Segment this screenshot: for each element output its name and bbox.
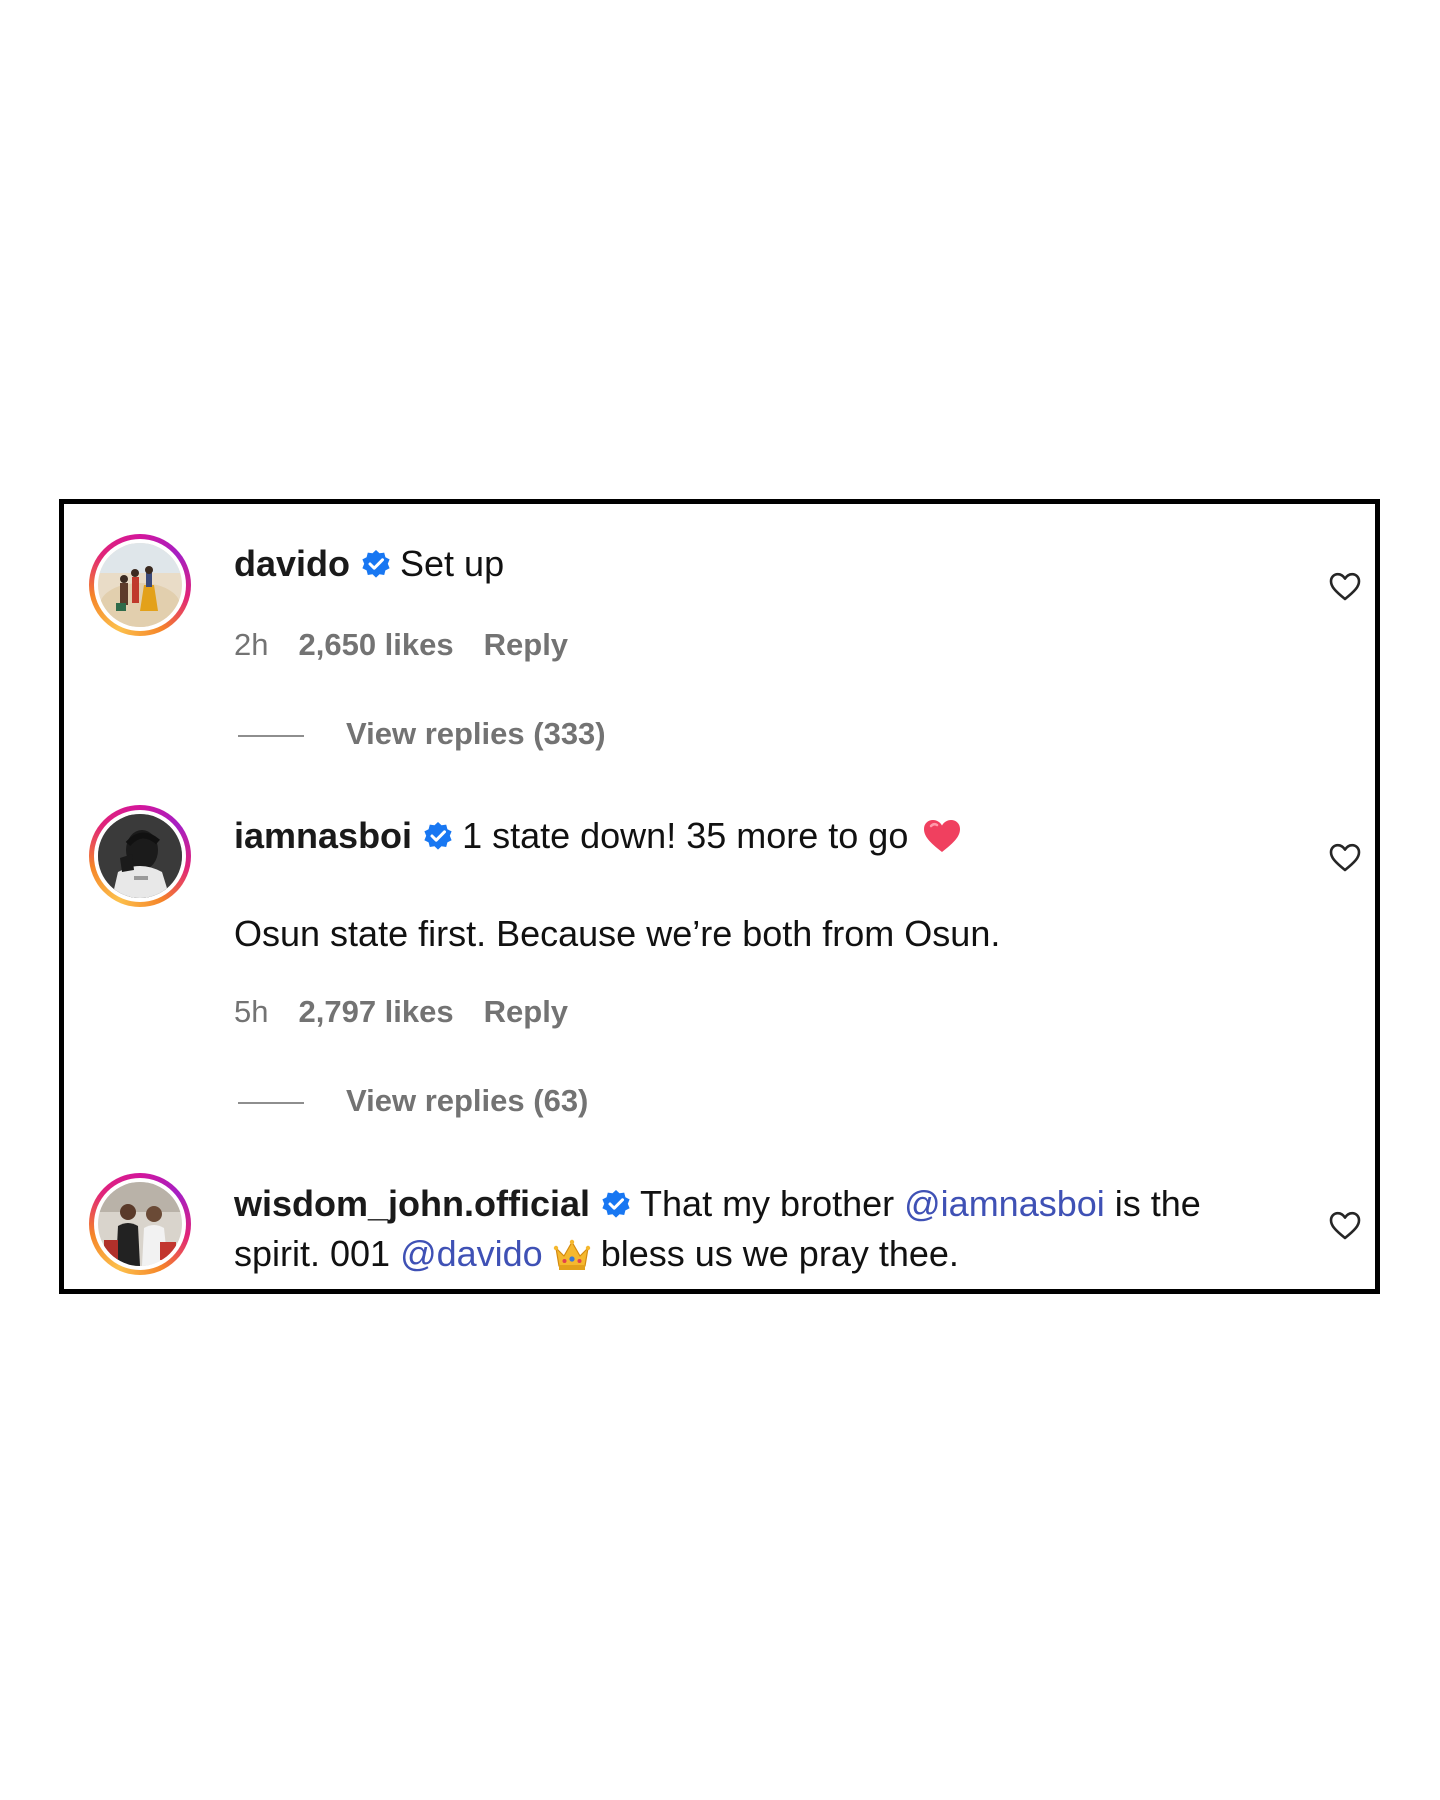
avatar-story-ring[interactable] [89, 805, 191, 907]
avatar-story-ring[interactable] [89, 534, 191, 636]
avatar [98, 814, 182, 898]
divider [238, 1101, 304, 1104]
view-replies-label: View replies (333) [346, 716, 606, 751]
comments-panel: davido Set up 2h 2,650 likes Reply View rep… [59, 499, 1380, 1294]
reply-button[interactable]: Reply [484, 627, 568, 662]
comment-text: That my brother [640, 1183, 905, 1224]
timestamp: 5h [234, 994, 269, 1029]
comment-text-line2: spirit. 001 @davido bless us we pray thee… [234, 1229, 959, 1279]
comment-text: spirit. 001 [234, 1233, 401, 1274]
comment-text: Set up [400, 543, 505, 584]
view-replies-label: View replies (63) [346, 1083, 589, 1118]
likes-count[interactable]: 2,797 likes [298, 994, 453, 1029]
avatar-story-ring[interactable] [89, 1173, 191, 1275]
comment-text: is the [1104, 1183, 1201, 1224]
avatar [98, 1182, 182, 1266]
comment-line: davido Set up [234, 539, 504, 589]
mention-link[interactable]: @iamnasboi [904, 1183, 1105, 1224]
comment-line: iamnasboi 1 state down! 35 more to go [234, 811, 962, 861]
verified-badge-icon [360, 549, 392, 581]
verified-badge-icon [600, 1189, 632, 1221]
comment-text-continued: Osun state first. Because we’re both fro… [234, 913, 1001, 954]
heart-outline-icon[interactable] [1329, 843, 1361, 873]
username[interactable]: wisdom_john.official [234, 1183, 590, 1224]
heart-outline-icon[interactable] [1329, 1211, 1361, 1241]
view-replies-button[interactable]: View replies (63) [238, 1083, 588, 1119]
divider [238, 734, 304, 737]
heart-outline-icon[interactable] [1329, 572, 1361, 602]
red-heart-emoji [922, 818, 962, 854]
avatar [98, 543, 182, 627]
username[interactable]: iamnasboi [234, 815, 412, 856]
comment-text: 1 state down! 35 more to go [462, 815, 909, 856]
crown-emoji [553, 1238, 591, 1272]
mention-link[interactable]: @davido [400, 1233, 543, 1274]
comment-meta: 5h 2,797 likes Reply [234, 994, 598, 1030]
reply-button[interactable]: Reply [484, 994, 568, 1029]
verified-badge-icon [422, 821, 454, 853]
view-replies-button[interactable]: View replies (333) [238, 716, 606, 752]
comment-meta: 2h 2,650 likes Reply [234, 627, 598, 663]
likes-count[interactable]: 2,650 likes [298, 627, 453, 662]
comment-text: bless us we pray thee. [600, 1233, 959, 1274]
comment-text-line2: Osun state first. Because we’re both fro… [234, 909, 1000, 959]
username[interactable]: davido [234, 543, 350, 584]
timestamp: 2h [234, 627, 269, 662]
comment-line: wisdom_john.official That my brother @iam… [234, 1179, 1201, 1229]
